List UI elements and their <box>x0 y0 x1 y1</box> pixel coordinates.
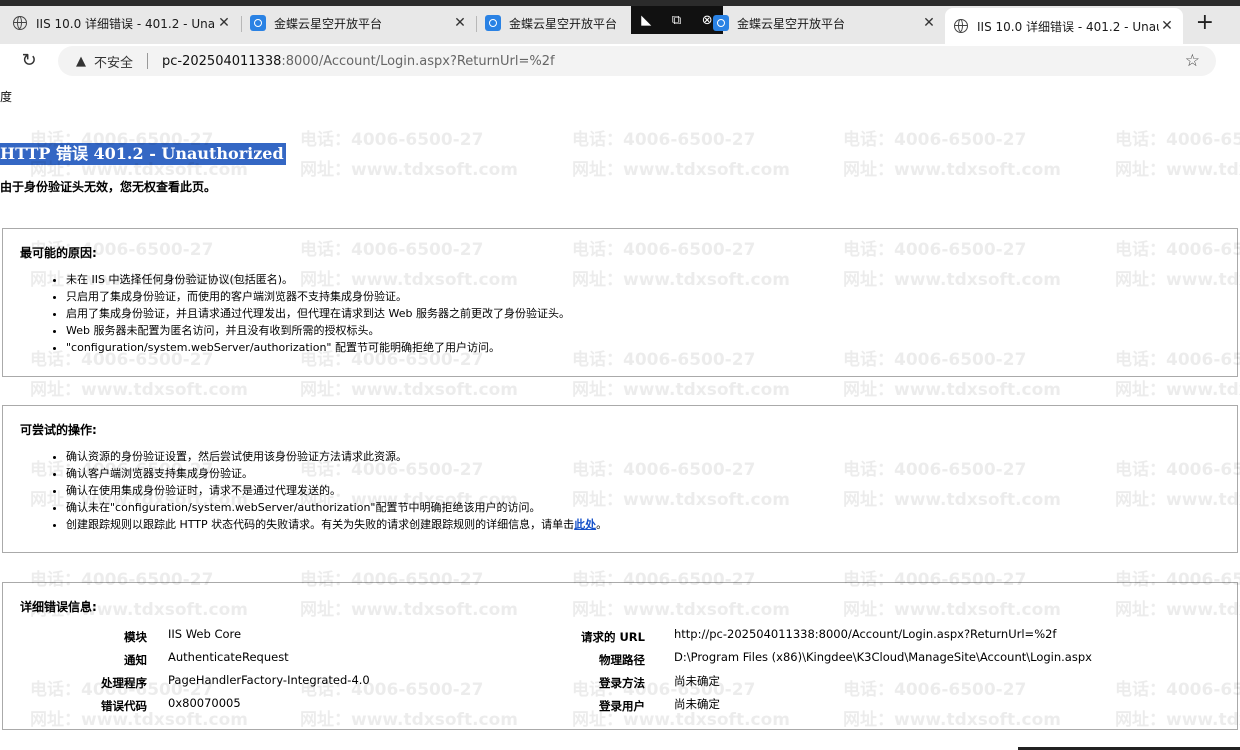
browser-toolbar: ↻ ▲ 不安全 pc-202504011338:8000/Account/Log… <box>0 44 1240 78</box>
list-item: 确认未在"configuration/system.webServer/auth… <box>66 499 607 516</box>
globe-icon <box>12 15 28 31</box>
new-tab-button[interactable]: + <box>1196 10 1214 35</box>
security-label[interactable]: 不安全 <box>94 52 133 71</box>
watermark-text: 电话：4006-6500-27 网址：www.tdxsoft.com <box>1115 125 1240 185</box>
watermark-site: 网址：www.tdxsoft.com <box>843 380 1061 400</box>
tab-title: 金蝶云星空开放平台 <box>737 16 846 31</box>
details-section: 详细错误信息: 模块 IIS Web Core 通知 AuthenticateR… <box>2 582 1238 730</box>
warning-icon[interactable]: ▲ <box>76 54 86 69</box>
watermark-phone: 电话：4006-6500-27 <box>572 130 756 150</box>
bookmarks-bar: 百度 <box>0 84 1240 108</box>
watermark-text: 电话：4006-6500-27 网址：www.tdxsoft.com <box>572 125 790 185</box>
detail-label-request-url: 请求的 URL <box>580 630 645 644</box>
detail-value-request-url: http://pc-202504011338:8000/Account/Logi… <box>674 627 1057 641</box>
restore-icon[interactable]: ⧉ <box>672 13 681 28</box>
kingdee-icon <box>713 15 729 31</box>
watermark-text: 电话：4006-6500-27 网址：www.tdxsoft.com <box>300 125 518 185</box>
bookmark-item[interactable]: 百度 <box>0 88 12 105</box>
detail-label-physical-path: 物理路径 <box>599 653 645 667</box>
address-bar[interactable]: ▲ 不安全 pc-202504011338:8000/Account/Login… <box>58 46 1216 76</box>
list-item: 创建跟踪规则以跟踪此 HTTP 状态代码的失败请求。有关为失败的请求创建跟踪规则… <box>66 516 607 533</box>
tab-kingdee-1[interactable]: 金蝶云星空开放平台 ✕ <box>242 6 476 40</box>
actions-section: 可尝试的操作: 确认资源的身份验证设置，然后尝试使用该身份验证方法请求此资源。 … <box>2 405 1238 553</box>
list-item: 未在 IIS 中选择任何身份验证协议(包括匿名)。 <box>66 271 570 288</box>
list-item-text: 创建跟踪规则以跟踪此 HTTP 状态代码的失败请求。有关为失败的请求创建跟踪规则… <box>66 518 575 531</box>
detail-label-notification: 通知 <box>124 653 147 667</box>
list-item: 只启用了集成身份验证，而使用的客户端浏览器不支持集成身份验证。 <box>66 288 570 305</box>
watermark-site: 网址：www.tdxsoft.com <box>300 380 518 400</box>
page-title: HTTP 错误 401.2 - Unauthorized <box>0 143 286 165</box>
detail-value-module: IIS Web Core <box>168 627 242 641</box>
list-item: "configuration/system.webServer/authoriz… <box>66 339 570 356</box>
watermark-site: 网址：www.tdxsoft.com <box>1115 380 1240 400</box>
kingdee-icon <box>250 15 266 31</box>
actions-heading: 可尝试的操作: <box>20 423 97 437</box>
kingdee-icon <box>485 15 501 31</box>
watermark-site: 网址：www.tdxsoft.com <box>572 160 790 180</box>
close-icon[interactable]: ✕ <box>216 15 232 31</box>
watermark-phone: 电话：4006-6500-27 <box>1115 130 1240 150</box>
detail-value-handler: PageHandlerFactory-Integrated-4.0 <box>168 673 370 687</box>
detail-label-error-code: 错误代码 <box>101 699 147 713</box>
causes-heading: 最可能的原因: <box>20 246 97 260</box>
close-icon[interactable]: ✕ <box>1159 18 1175 34</box>
tab-strip: IIS 10.0 详细错误 - 401.2 - Unaut ✕ 金蝶云星空开放平… <box>0 0 1240 44</box>
watermark-site: 网址：www.tdxsoft.com <box>30 380 248 400</box>
watermark-phone: 电话：4006-6500-27 <box>300 130 484 150</box>
list-item: 确认资源的身份验证设置，然后尝试使用该身份验证方法请求此资源。 <box>66 448 607 465</box>
tab-kingdee-3[interactable]: 金蝶云星空开放平台 ✕ <box>713 6 945 40</box>
globe-icon <box>953 18 969 34</box>
tab-title: 金蝶云星空开放平台 <box>274 16 383 31</box>
watermark-site: 网址：www.tdxsoft.com <box>300 160 518 180</box>
close-icon[interactable]: ✕ <box>921 15 937 31</box>
causes-list: 未在 IIS 中选择任何身份验证协议(包括匿名)。 只启用了集成身份验证，而使用… <box>49 271 570 356</box>
detail-label-logon-method: 登录方法 <box>599 676 645 690</box>
detail-value-logon-user: 尚未确定 <box>674 697 720 711</box>
list-item-text: 。 <box>596 518 608 531</box>
list-item: 启用了集成身份验证，并且请求通过代理发出，但代理在请求到达 Web 服务器之前更… <box>66 305 570 322</box>
detail-label-logon-user: 登录用户 <box>599 699 645 713</box>
tab-title: IIS 10.0 详细错误 - 401.2 - Unaut <box>977 19 1159 34</box>
watermark-text: 电话：4006-6500-27 网址：www.tdxsoft.com <box>843 125 1061 185</box>
pin-icon[interactable]: ◣ <box>641 13 651 28</box>
watermark-site: 网址：www.tdxsoft.com <box>843 160 1061 180</box>
detail-value-physical-path: D:\Program Files (x86)\Kingdee\K3Cloud\M… <box>674 650 1092 664</box>
causes-section: 最可能的原因: 未在 IIS 中选择任何身份验证协议(包括匿名)。 只启用了集成… <box>2 228 1238 377</box>
watermark-site: 网址：www.tdxsoft.com <box>1115 160 1240 180</box>
detail-label-handler: 处理程序 <box>101 676 147 690</box>
detail-label-module: 模块 <box>124 630 147 644</box>
close-icon[interactable]: ⊗ <box>702 13 713 28</box>
trace-rule-link[interactable]: 此处 <box>574 518 596 531</box>
list-item: 确认客户端浏览器支持集成身份验证。 <box>66 465 607 482</box>
tab-iis-error-1[interactable]: IIS 10.0 详细错误 - 401.2 - Unaut ✕ <box>4 6 240 40</box>
reload-icon[interactable]: ↻ <box>18 50 40 72</box>
screen-capture-toolbar[interactable]: ◣ ⧉ ⊗ <box>631 6 723 34</box>
tab-iis-error-active[interactable]: IIS 10.0 详细错误 - 401.2 - Unaut ✕ <box>945 8 1183 44</box>
star-icon[interactable]: ☆ <box>1185 51 1200 71</box>
detail-value-error-code: 0x80070005 <box>168 696 241 710</box>
page-subtitle: 由于身份验证头无效，您无权查看此页。 <box>0 180 217 194</box>
actions-list: 确认资源的身份验证设置，然后尝试使用该身份验证方法请求此资源。 确认客户端浏览器… <box>49 448 607 533</box>
tab-kingdee-2[interactable]: 金蝶云星空开放平台 <box>477 6 632 40</box>
close-icon[interactable]: ✕ <box>452 15 468 31</box>
address-divider <box>147 53 149 69</box>
details-heading: 详细错误信息: <box>20 600 97 614</box>
tab-title: 金蝶云星空开放平台 <box>509 16 618 31</box>
list-item: 确认在使用集成身份验证时，请求不是通过代理发送的。 <box>66 482 607 499</box>
detail-value-logon-method: 尚未确定 <box>674 674 720 688</box>
tab-title: IIS 10.0 详细错误 - 401.2 - Unaut <box>36 16 216 31</box>
watermark-site: 网址：www.tdxsoft.com <box>572 380 790 400</box>
url-path[interactable]: :8000/Account/Login.aspx?ReturnUrl=%2f <box>281 54 554 69</box>
list-item: Web 服务器未配置为匿名访问，并且没有收到所需的授权标头。 <box>66 322 570 339</box>
watermark-phone: 电话：4006-6500-27 <box>843 130 1027 150</box>
url-host[interactable]: pc-202504011338 <box>162 54 281 69</box>
detail-value-notification: AuthenticateRequest <box>168 650 289 664</box>
